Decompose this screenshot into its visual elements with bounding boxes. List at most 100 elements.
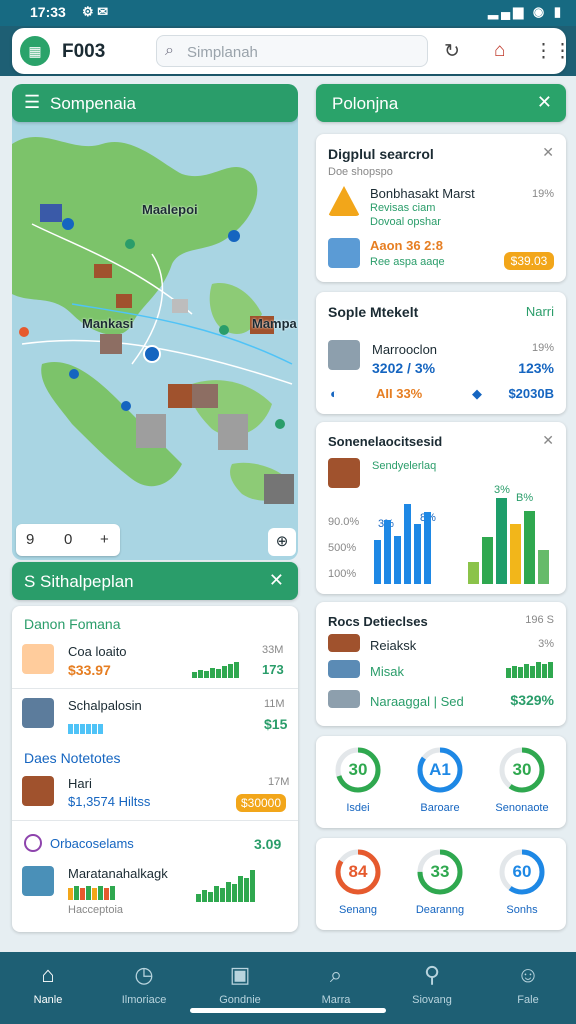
- map-label: Mampa: [252, 316, 297, 331]
- building-icon: [328, 634, 360, 652]
- list-panel-header: S Sithalpeplan ✕: [12, 562, 298, 600]
- item-figure: $15: [264, 716, 288, 732]
- nav-label: Gondnie: [219, 994, 261, 1006]
- ring-label: Sonhs: [506, 904, 538, 916]
- map-control-button[interactable]: 9: [26, 531, 34, 548]
- nav-label: Fale: [517, 994, 539, 1006]
- close-icon[interactable]: ✕: [542, 432, 554, 449]
- nav-item-charts[interactable]: ▣ Gondnie: [192, 958, 288, 1014]
- chart-icon: ▣: [229, 962, 251, 987]
- search-card: Digplul searcrol ✕ Doe shopspo Bonbhasak…: [316, 134, 566, 282]
- price-badge[interactable]: $39.03: [504, 252, 554, 270]
- right-panel-title: Polonjna: [332, 94, 399, 113]
- item-pct: 123%: [518, 360, 554, 376]
- close-icon[interactable]: ✕: [537, 92, 552, 113]
- main-content: ☰ Sompenaia Maalepoi Mankasi Mampa 9 0 +…: [0, 76, 576, 952]
- map-control-button[interactable]: 0: [64, 531, 72, 548]
- item-meta: 17M: [268, 776, 290, 788]
- card-action[interactable]: Narri: [526, 304, 554, 319]
- status-time: 17:33: [30, 4, 66, 20]
- card-title: Sople Mtekelt: [328, 304, 419, 320]
- gesture-handle[interactable]: [190, 1008, 386, 1013]
- mini-bar-chart: [68, 716, 104, 734]
- more-options-icon[interactable]: ⋮⋮: [534, 40, 572, 63]
- item-sub: Ree aspa aaqe: [370, 256, 445, 268]
- item-name: Hari: [68, 776, 92, 791]
- menu-icon[interactable]: ☰: [24, 92, 40, 113]
- item-value: 3202 / 3%: [372, 360, 436, 376]
- list-item[interactable]: Schalpalosin 11M $15: [12, 690, 298, 740]
- ring-value: 30: [348, 760, 368, 779]
- card-subtitle: Doe shopspo: [328, 166, 393, 178]
- refresh-icon[interactable]: ↻: [444, 40, 460, 63]
- ring-label: Dearanng: [415, 904, 465, 916]
- signal-wifi-battery-icons: ▂▄▆ ◉ ▮: [488, 4, 564, 19]
- mini-bar-chart: [68, 882, 116, 900]
- category-icon: [24, 834, 42, 852]
- house-icon: [22, 776, 54, 806]
- app-title: F003: [62, 41, 106, 62]
- recenter-icon[interactable]: ⊕: [268, 528, 296, 556]
- map-label: Mankasi: [82, 316, 134, 331]
- diamond-icon: ◆: [472, 386, 482, 401]
- bottom-nav: ⌂ Nanle ◷ Ilmoriace ▣ Gondnie ⌕ Marra ⚲ …: [0, 952, 576, 1024]
- nav-item-home[interactable]: ⌂ Nanle: [0, 958, 96, 1014]
- building-icon: [22, 698, 54, 728]
- list-item[interactable]: Maratanahalkagk Hacceptoia: [12, 862, 298, 922]
- item-name: Maratanahalkagk: [68, 866, 168, 881]
- profile-icon: ⚲: [423, 962, 441, 987]
- bar-label: 3%: [494, 484, 510, 496]
- item-pct: 19%: [531, 342, 554, 354]
- info-icon: ◐: [330, 386, 338, 401]
- stats-rings-card: 30 Isdei A1 Baroare 30 Senonaote: [316, 736, 566, 828]
- nav-item-history[interactable]: ◷ Ilmoriace: [96, 958, 192, 1014]
- price-badge[interactable]: $30000: [236, 794, 286, 812]
- ring-value: 33: [430, 862, 450, 881]
- search-input[interactable]: ⌕ Simplanah: [156, 35, 428, 67]
- item-figure: 173: [262, 662, 284, 677]
- user-icon: ☺: [516, 962, 540, 987]
- ring-value: A1: [429, 760, 451, 779]
- row-name: Naraaggal | Sed: [370, 694, 464, 709]
- row-name: Misak: [370, 664, 404, 679]
- chart-bar: [384, 520, 391, 584]
- chart-bar: [482, 537, 493, 584]
- nav-label: Marra: [321, 994, 351, 1006]
- chart-bar: [424, 512, 431, 584]
- store-icon: [22, 866, 54, 896]
- sample-market-card: Sople Mtekelt Narri Marrooclon 3202 / 3%…: [316, 292, 566, 414]
- card-title: Digplul searcrol: [328, 146, 434, 162]
- row-value: $329%: [510, 692, 554, 708]
- map-view[interactable]: ☰ Sompenaia Maalepoi Mankasi Mampa 9 0 +…: [12, 84, 298, 560]
- chart-card: Sonenelaocitsesid ✕ Sendyelerlaq 90.0% 5…: [316, 422, 566, 594]
- section-heading: Orbacoselams: [50, 836, 134, 851]
- app-logo-icon[interactable]: ▦: [20, 36, 50, 66]
- item-name: Marrooclon: [372, 342, 438, 357]
- close-icon[interactable]: ✕: [542, 144, 554, 161]
- item-pct: 19%: [531, 188, 554, 200]
- card-title: Rocs Detieclses: [328, 614, 428, 629]
- home-marker-icon[interactable]: ⌂: [494, 40, 505, 62]
- clock-icon: ◷: [134, 962, 154, 987]
- chart-bar: [510, 524, 521, 584]
- list-item[interactable]: Coa loaito $33.97 33M 173: [12, 636, 298, 688]
- zoom-in-button[interactable]: +: [100, 531, 109, 548]
- item-stat: AII 33%: [376, 386, 423, 401]
- nav-item-profile[interactable]: ⚲ Siovang: [384, 958, 480, 1014]
- close-icon[interactable]: ✕: [269, 570, 284, 591]
- top-app-bar: ▦ F003 ⌕ Simplanah ↻ ⌂ ⋮⋮: [12, 28, 572, 74]
- item-value: $33.97: [68, 662, 111, 678]
- stats-rings-card: 84 Senang 33 Dearanng 60 Sonhs: [316, 838, 566, 930]
- list-item[interactable]: Hari $1,3574 Hiltss 17M $30000: [12, 768, 298, 818]
- map-label: Maalepoi: [142, 202, 198, 217]
- item-name: Aaon 36 2:8: [370, 238, 443, 253]
- ring-value: 30: [512, 760, 532, 779]
- ring-label: Senonaote: [495, 802, 549, 814]
- nav-item-search[interactable]: ⌕ Marra: [288, 958, 384, 1014]
- nav-item-account[interactable]: ☺ Fale: [480, 958, 576, 1014]
- row-name: Reiaksk: [370, 638, 417, 653]
- mini-bar-chart: [506, 660, 554, 678]
- bar-chart-right: [468, 498, 554, 584]
- search-placeholder: Simplanah: [187, 44, 258, 61]
- package-icon: [328, 238, 360, 268]
